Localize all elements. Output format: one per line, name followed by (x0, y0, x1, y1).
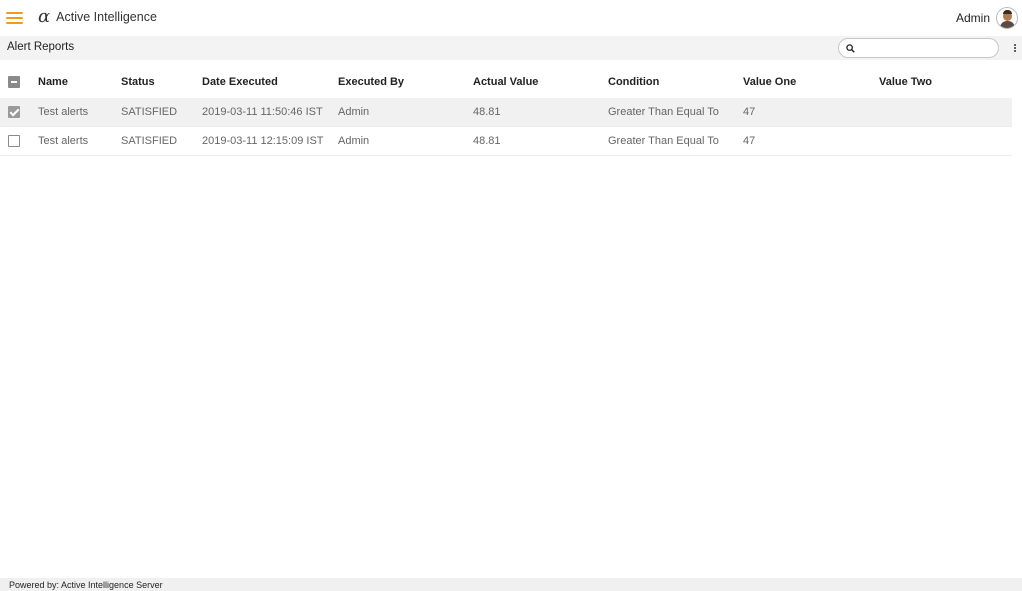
column-header-condition[interactable]: Condition (608, 66, 659, 98)
column-header-name[interactable]: Name (38, 66, 68, 98)
row-checkbox[interactable] (8, 106, 20, 118)
row-checkbox[interactable] (8, 135, 20, 147)
cell-actual-value: 48.81 (473, 106, 501, 118)
column-header-actual-value[interactable]: Actual Value (473, 66, 538, 98)
user-avatar-icon[interactable] (996, 7, 1018, 29)
top-bar: α Active Intelligence Admin (0, 0, 1022, 36)
search-box[interactable] (838, 38, 999, 58)
alert-reports-table: Name Status Date Executed Executed By Ac… (0, 66, 1012, 156)
app-logo[interactable]: α Active Intelligence (38, 6, 157, 28)
vertical-ellipsis-icon[interactable] (1011, 40, 1019, 56)
cell-status: SATISFIED (121, 106, 178, 118)
cell-value-one: 47 (743, 106, 756, 118)
cell-executed-by: Admin (338, 135, 370, 147)
page-toolbar: Alert Reports (0, 36, 1022, 60)
cell-value-one: 47 (743, 135, 756, 147)
page-title: Alert Reports (7, 41, 75, 53)
cell-date-executed: 2019-03-11 12:15:09 IST (202, 135, 324, 147)
column-header-executed-by[interactable]: Executed By (338, 66, 404, 98)
column-header-value-two[interactable]: Value Two (879, 66, 932, 98)
cell-condition: Greater Than Equal To (608, 135, 719, 147)
cell-name: Test alerts (38, 106, 89, 118)
user-name[interactable]: Admin (956, 11, 990, 25)
cell-executed-by: Admin (338, 106, 370, 118)
column-header-value-one[interactable]: Value One (743, 66, 796, 98)
table-header-row: Name Status Date Executed Executed By Ac… (0, 66, 1012, 98)
user-menu[interactable]: Admin (956, 5, 1018, 31)
hamburger-menu-icon[interactable] (6, 10, 24, 26)
alpha-logo-icon: α (38, 6, 51, 27)
search-icon (846, 44, 855, 53)
footer: Powered by: Active Intelligence Server (0, 578, 1022, 591)
cell-name: Test alerts (38, 135, 89, 147)
app-name: Active Intelligence (56, 10, 157, 24)
table-row[interactable]: Test alerts SATISFIED 2019-03-11 11:50:4… (0, 98, 1012, 127)
column-header-date-executed[interactable]: Date Executed (202, 66, 278, 98)
table-row[interactable]: Test alerts SATISFIED 2019-03-11 12:15:0… (0, 127, 1012, 156)
cell-condition: Greater Than Equal To (608, 106, 719, 118)
search-input[interactable] (859, 41, 993, 55)
cell-status: SATISFIED (121, 135, 178, 147)
cell-date-executed: 2019-03-11 11:50:46 IST (202, 106, 323, 118)
select-all-checkbox[interactable] (8, 76, 20, 88)
powered-by-text: Powered by: Active Intelligence Server (9, 580, 163, 590)
cell-actual-value: 48.81 (473, 135, 501, 147)
column-header-status[interactable]: Status (121, 66, 155, 98)
